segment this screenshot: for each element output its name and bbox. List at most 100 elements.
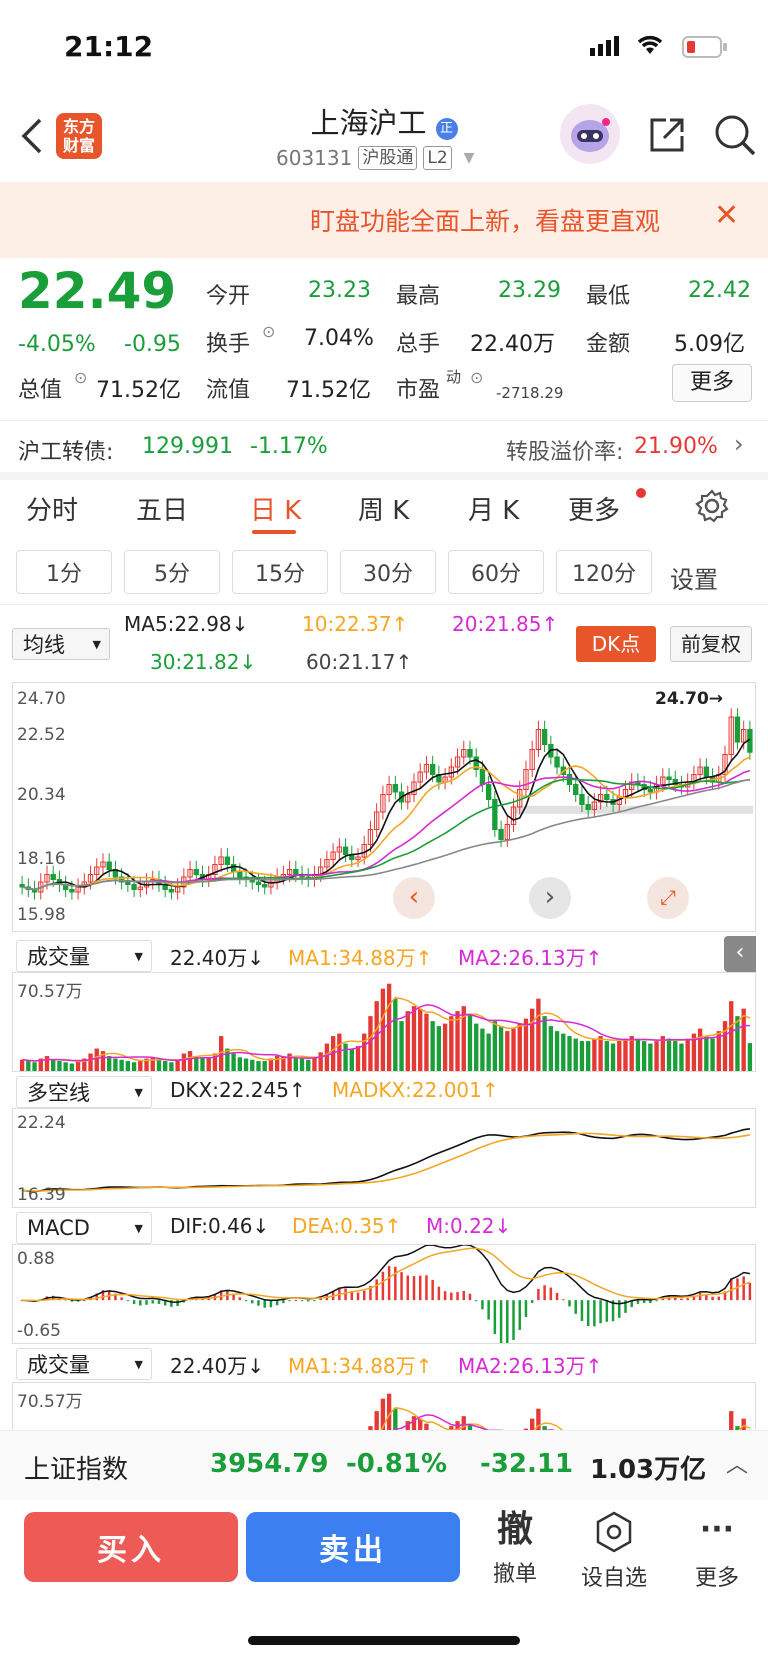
volume-bar xyxy=(94,1048,99,1071)
macd-bar xyxy=(549,1287,553,1301)
tab-five-day[interactable]: 五日 xyxy=(136,490,188,527)
macd-bar xyxy=(313,1300,316,1302)
assistant-avatar-icon[interactable] xyxy=(560,104,620,164)
tf-15min[interactable]: 15分 xyxy=(232,550,328,594)
volume-bar xyxy=(536,998,541,1071)
volume-bar xyxy=(729,1001,734,1071)
divider xyxy=(0,472,768,480)
timeframe-settings[interactable]: 设置 xyxy=(670,560,718,595)
kline-chart[interactable]: 24.70 22.52 20.34 18.16 15.98 24.70→ ‹ ›… xyxy=(12,682,756,932)
index-bar[interactable]: 上证指数 3954.79 -0.81% -32.11 1.03万亿 ︿ xyxy=(0,1430,768,1500)
volume-bar xyxy=(697,1028,703,1071)
macd-selector[interactable]: MACD ▼ xyxy=(16,1212,152,1244)
ma-selector[interactable]: 均线 ▼ xyxy=(12,628,110,660)
candle xyxy=(230,864,237,873)
price-change: -0.95 xyxy=(124,332,181,357)
volume-bar xyxy=(44,1056,50,1071)
macd-bar xyxy=(300,1300,304,1302)
volume-selector[interactable]: 成交量 ▼ xyxy=(16,940,152,972)
expand-icon[interactable]: ⤢ xyxy=(647,877,689,919)
dk-point-button[interactable]: DK点 xyxy=(576,626,656,662)
ma60-value: 60:21.17↑ xyxy=(306,650,413,674)
volume-bar xyxy=(498,1026,504,1071)
macd-bar xyxy=(418,1275,422,1301)
ma20-value: 20:21.85↑ xyxy=(452,612,559,636)
macd-bar xyxy=(450,1292,453,1301)
dkx-selector[interactable]: 多空线 ▼ xyxy=(16,1076,152,1108)
dkx-line xyxy=(22,1128,751,1193)
macd-bar xyxy=(275,1300,279,1306)
info-icon[interactable]: ⊙ xyxy=(74,368,87,387)
tab-more[interactable]: 更多 xyxy=(568,490,620,527)
volume-bar xyxy=(449,1016,454,1071)
chevron-left-icon[interactable]: ‹ xyxy=(393,877,435,919)
add-watchlist-button[interactable]: 设自选 xyxy=(574,1510,654,1592)
volume-bar xyxy=(362,1033,367,1071)
volume-bar xyxy=(299,1058,305,1071)
buy-button[interactable]: 买入 xyxy=(24,1512,238,1582)
close-icon[interactable]: ✕ xyxy=(714,198,739,233)
volume-tick-max: 70.57万 xyxy=(17,982,83,1002)
search-icon[interactable] xyxy=(712,112,758,162)
last-price: 22.49 xyxy=(18,262,177,320)
chevron-right-icon[interactable]: › xyxy=(529,877,571,919)
candle xyxy=(224,856,231,865)
volume-bar xyxy=(567,1036,572,1071)
candle xyxy=(604,794,610,800)
volume-bar xyxy=(411,1416,417,1430)
candle xyxy=(262,884,268,888)
macd-bar xyxy=(456,1292,459,1301)
volume-bar xyxy=(368,1016,373,1071)
tf-1min[interactable]: 1分 xyxy=(16,550,112,594)
volume-svg-2 xyxy=(368,1393,751,1430)
volume-bar xyxy=(262,1061,267,1071)
adjust-button[interactable]: 前复权 xyxy=(670,626,752,662)
macd-bar xyxy=(120,1297,123,1301)
float-label: 流值 xyxy=(206,378,251,403)
status-time: 21:12 xyxy=(64,30,154,63)
cancel-order-button[interactable]: 撤 撤单 xyxy=(484,1510,546,1588)
info-icon[interactable]: ⊙ xyxy=(262,322,275,341)
promo-banner[interactable]: 盯盘功能全面上新，看盘更直观 ✕ xyxy=(0,182,768,258)
tab-weekly-k[interactable]: 周 K xyxy=(358,490,409,527)
macd-bar xyxy=(562,1299,565,1301)
volume-chart-2: 70.57万 xyxy=(12,1382,756,1430)
dkx-value: DKX:22.245↑ xyxy=(170,1078,306,1102)
notification-dot xyxy=(636,488,646,498)
tab-monthly-k[interactable]: 月 K xyxy=(468,490,519,527)
chevron-up-icon[interactable]: ︿ xyxy=(726,1447,748,1479)
banner-text: 盯盘功能全面上新，看盘更直观 xyxy=(310,207,661,236)
macd-bar xyxy=(537,1288,540,1301)
volume-bar xyxy=(337,1033,342,1071)
gear-icon[interactable] xyxy=(694,488,730,528)
macd-svg xyxy=(20,1245,752,1343)
tf-60min[interactable]: 60分 xyxy=(448,550,544,594)
share-icon[interactable] xyxy=(646,114,688,160)
volume-bar xyxy=(26,1061,31,1071)
volume-bar xyxy=(156,1059,162,1071)
collapse-toggle-icon[interactable]: ‹ xyxy=(724,936,756,972)
more-quote-button[interactable]: 更多 xyxy=(672,364,752,402)
volume-bar xyxy=(610,1043,616,1071)
support-band xyxy=(513,805,753,814)
candle xyxy=(585,804,591,810)
index-amount: 1.03万亿 xyxy=(590,1455,707,1485)
tab-daily-k[interactable]: 日 K xyxy=(250,490,301,527)
tab-underline xyxy=(252,530,296,534)
info-icon[interactable]: ⊙ xyxy=(470,368,483,387)
tf-120min[interactable]: 120分 xyxy=(556,550,652,594)
macd-bar xyxy=(568,1300,571,1307)
more-actions-button[interactable]: ··· 更多 xyxy=(684,1510,750,1592)
candle xyxy=(485,784,492,800)
tf-30min[interactable]: 30分 xyxy=(340,550,436,594)
volume-ma2-2: MA2:26.13万↑ xyxy=(458,1354,603,1378)
volume-bar xyxy=(181,1053,187,1071)
tab-intraday[interactable]: 分时 xyxy=(26,490,78,527)
volume-selector-2[interactable]: 成交量 ▼ xyxy=(16,1348,152,1380)
tf-5min[interactable]: 5分 xyxy=(124,550,220,594)
stock-code-line[interactable]: 603131 沪股通 L2 ▼ xyxy=(276,146,474,170)
kline-max-marker: 24.70→ xyxy=(655,689,724,709)
sell-button[interactable]: 卖出 xyxy=(246,1512,460,1582)
candle xyxy=(131,884,137,890)
chevron-right-icon[interactable]: › xyxy=(734,430,744,458)
